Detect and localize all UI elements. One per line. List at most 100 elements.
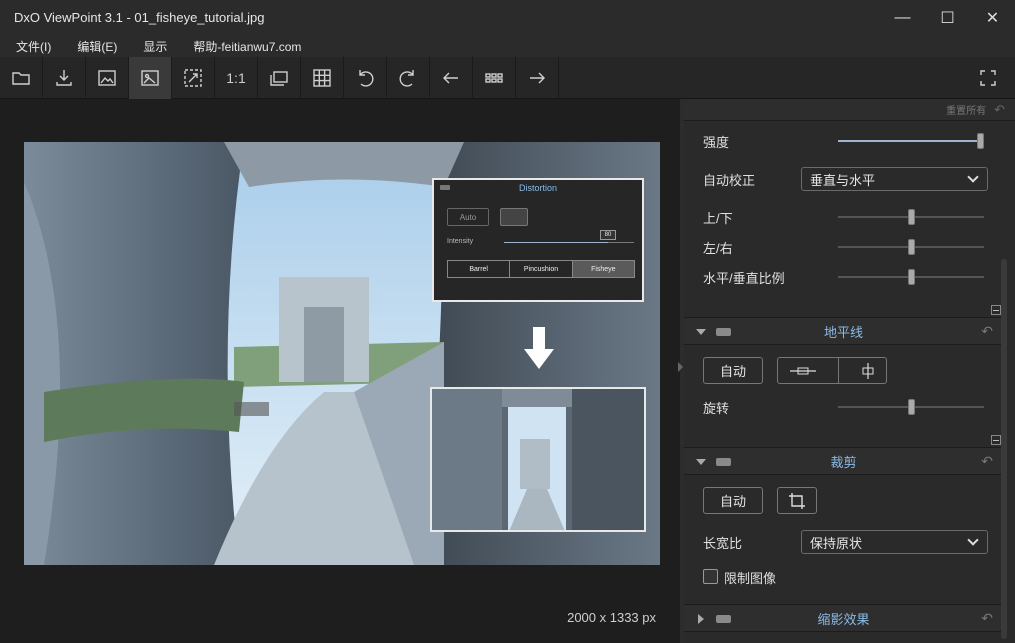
horizon-auto-button[interactable]: 自动 (703, 357, 763, 384)
aspect-select[interactable]: 保持原状 (801, 530, 988, 554)
compare-button[interactable] (258, 57, 301, 99)
menu-file[interactable]: 文件(I) (12, 38, 55, 55)
leftright-slider-thumb[interactable] (907, 239, 915, 255)
rotate-left-button[interactable] (344, 57, 387, 99)
rotate-right-button[interactable] (387, 57, 430, 99)
rotate-slider[interactable] (838, 399, 984, 415)
reset-bar: 重置所有 ↶ (684, 99, 1015, 121)
corrected-preview-image (430, 387, 646, 532)
auto-correct-value: 垂直与水平 (810, 172, 876, 188)
close-button[interactable]: ✕ (970, 0, 1015, 35)
zoom-100-button[interactable]: 1:1 (215, 57, 258, 99)
image-dimensions: 2000 x 1333 px (567, 610, 656, 625)
crop-tool-button[interactable] (777, 487, 817, 514)
overlay-intensity-label: Intensity (447, 238, 474, 245)
fullscreen-icon (979, 70, 996, 86)
menu-edit[interactable]: 编辑(E) (73, 38, 121, 55)
strength-slider-thumb[interactable] (977, 133, 984, 149)
fit-screen-button[interactable] (172, 57, 215, 99)
rotate-slider-thumb[interactable] (907, 399, 915, 415)
overlay-intensity-value: 80 (600, 230, 616, 240)
leftright-slider[interactable] (838, 239, 984, 255)
overlay-mode-barrel: Barrel (448, 261, 511, 277)
horizon-tools-group (777, 357, 887, 384)
overlay-mode-selector: Barrel Pincushion Fisheye (447, 260, 635, 278)
miniature-section-header[interactable]: 缩影效果 ↶ (684, 604, 1003, 632)
image-canvas[interactable]: Distortion Auto Intensity 80 Barrel Pinc… (0, 99, 680, 643)
layers-icon (270, 71, 288, 86)
arrow-right-icon (530, 72, 545, 84)
panel-scrollbar[interactable] (1001, 259, 1007, 639)
grid-icon (313, 69, 331, 87)
updown-slider[interactable] (838, 209, 984, 225)
export-button[interactable] (43, 57, 86, 99)
collapse-section-icon[interactable] (991, 435, 1001, 445)
ratio-label: 水平/垂直比例 (703, 270, 785, 286)
leftright-label: 左/右 (703, 240, 733, 256)
toolbar: 1:1 (0, 57, 1015, 99)
distortion-panel-screenshot: Distortion Auto Intensity 80 Barrel Pinc… (432, 178, 644, 302)
strength-slider[interactable] (838, 133, 984, 149)
crop-reset-icon[interactable]: ↶ (981, 453, 993, 470)
overlay-grid-icon (500, 208, 528, 226)
rotate-left-icon (359, 70, 374, 87)
download-icon (56, 70, 72, 86)
crop-section-header[interactable]: 裁剪 ↶ (684, 447, 1003, 475)
collapse-panel-icon[interactable] (678, 362, 683, 372)
previous-button[interactable] (430, 57, 473, 99)
fullscreen-button[interactable] (966, 57, 1009, 99)
image-frame-icon (98, 70, 116, 86)
ratio-slider-thumb[interactable] (907, 269, 915, 285)
after-image-button[interactable] (129, 57, 172, 99)
fit-icon (184, 69, 202, 87)
folder-icon (12, 72, 30, 85)
miniature-section-title: 缩影效果 (817, 611, 870, 627)
reset-all-undo-icon[interactable]: ↶ (994, 102, 1005, 118)
constrain-checkbox[interactable] (703, 569, 718, 584)
before-image-button[interactable] (86, 57, 129, 99)
ratio-slider[interactable] (838, 269, 984, 285)
chevron-down-icon (967, 534, 979, 546)
image-icon (141, 70, 159, 86)
collapse-section-icon[interactable] (991, 305, 1001, 315)
title-bar: DxO ViewPoint 3.1 - 01_fisheye_tutorial.… (0, 0, 1015, 35)
miniature-reset-icon[interactable]: ↶ (981, 610, 993, 627)
aspect-value: 保持原状 (810, 535, 863, 551)
chevron-down-icon (967, 171, 979, 183)
crop-auto-button[interactable]: 自动 (703, 487, 763, 514)
horizontal-level-icon[interactable] (788, 364, 818, 378)
arrow-down-icon (524, 327, 554, 369)
open-folder-button[interactable] (0, 57, 43, 99)
rotate-right-icon (399, 70, 414, 87)
overlay-mode-fisheye: Fisheye (572, 261, 634, 277)
overlay-mode-pincushion: Pincushion (510, 261, 573, 277)
toggle-icon (440, 185, 450, 190)
crop-icon (789, 492, 805, 509)
menu-help[interactable]: 帮助-feitianwu7.com (189, 38, 305, 55)
next-button[interactable] (516, 57, 559, 99)
rotate-label: 旋转 (703, 400, 730, 416)
updown-slider-thumb[interactable] (907, 209, 915, 225)
horizon-section-title: 地平线 (823, 324, 863, 340)
horizon-reset-icon[interactable]: ↶ (981, 323, 993, 340)
menu-bar: 文件(I) 编辑(E) 显示 帮助-feitianwu7.com (0, 35, 1015, 57)
reset-all-button[interactable]: 重置所有 (946, 102, 986, 117)
minimize-button[interactable]: — (880, 0, 925, 35)
tool-divider (838, 358, 840, 383)
settings-panel: 重置所有 ↶ 强度 自动校正 垂直与水平 上/下 左/右 水平/垂直比例 地平线… (684, 99, 1015, 643)
auto-correct-select[interactable]: 垂直与水平 (801, 167, 988, 191)
overlay-intensity-slider (504, 242, 634, 243)
window-title: DxO ViewPoint 3.1 - 01_fisheye_tutorial.… (14, 10, 265, 25)
fisheye-photo[interactable]: Distortion Auto Intensity 80 Barrel Pinc… (24, 142, 660, 565)
maximize-button[interactable]: ☐ (925, 0, 970, 35)
horizon-section-header[interactable]: 地平线 ↶ (684, 317, 1003, 345)
menu-view[interactable]: 显示 (139, 38, 171, 55)
thumbnails-icon (485, 73, 503, 83)
aspect-label: 长宽比 (703, 535, 743, 551)
grid-button[interactable] (301, 57, 344, 99)
arrow-left-icon (443, 72, 458, 84)
constrain-label: 限制图像 (724, 571, 777, 586)
vertical-level-icon[interactable] (860, 362, 876, 380)
strength-label: 强度 (703, 134, 730, 150)
thumbnails-button[interactable] (473, 57, 516, 99)
